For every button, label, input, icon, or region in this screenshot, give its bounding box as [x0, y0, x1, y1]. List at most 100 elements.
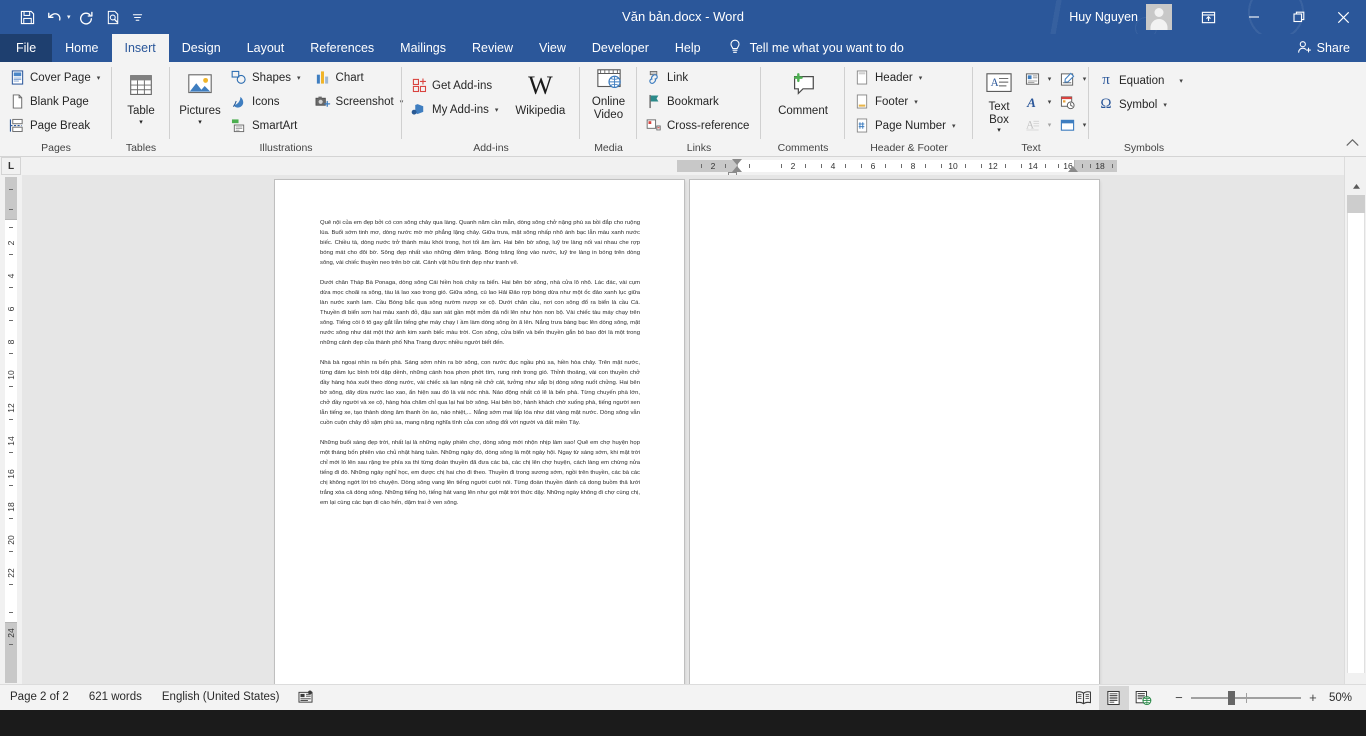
- vertical-scrollbar[interactable]: [1344, 157, 1366, 710]
- chevron-down-icon[interactable]: ▾: [495, 106, 499, 114]
- wordart-button[interactable]: A: [1021, 91, 1043, 113]
- restore-icon[interactable]: [1276, 0, 1321, 34]
- drop-cap-button[interactable]: A: [1021, 114, 1043, 136]
- avatar[interactable]: [1146, 4, 1172, 30]
- account-user-name[interactable]: Huy Nguyen: [1069, 10, 1146, 24]
- document-page-1[interactable]: Quê nội của em đẹp bởi có con sông chảy …: [275, 180, 684, 698]
- get-addins-button[interactable]: Get Add-ins: [408, 74, 503, 97]
- tell-me-box[interactable]: Tell me what you want to do: [714, 34, 904, 62]
- zoom-in-button[interactable]: +: [1307, 690, 1319, 705]
- tab-home[interactable]: Home: [52, 34, 111, 62]
- cover-page-button[interactable]: Cover Page ▾: [6, 66, 105, 89]
- chevron-down-icon[interactable]: ▾: [952, 122, 956, 130]
- tab-design[interactable]: Design: [169, 34, 234, 62]
- quick-parts-dropdown-icon[interactable]: ▾: [1044, 68, 1055, 90]
- cross-reference-icon: [646, 118, 662, 134]
- collapse-ribbon-button[interactable]: [1342, 133, 1362, 151]
- chevron-down-icon[interactable]: ▾: [198, 119, 202, 126]
- zoom-slider[interactable]: [1191, 691, 1301, 705]
- chevron-down-icon[interactable]: ▾: [919, 74, 923, 82]
- blank-page-button[interactable]: Blank Page: [6, 90, 105, 113]
- bookmark-button[interactable]: Bookmark: [643, 90, 754, 113]
- tab-help[interactable]: Help: [662, 34, 714, 62]
- tab-view[interactable]: View: [526, 34, 579, 62]
- pictures-button[interactable]: Pictures ▾: [176, 66, 224, 126]
- wordart-dropdown-icon[interactable]: ▾: [1044, 91, 1055, 113]
- document-canvas[interactable]: Quê nội của em đẹp bởi có con sông chảy …: [22, 175, 1344, 710]
- chevron-down-icon[interactable]: ▾: [139, 119, 143, 126]
- icons-button[interactable]: Icons: [228, 90, 306, 113]
- document-page-2[interactable]: [690, 180, 1099, 698]
- scrollbar-trough[interactable]: [1347, 213, 1365, 673]
- horizontal-ruler[interactable]: 2 2 4 6 8 10 12 14 16 18: [22, 157, 1344, 175]
- document-body-text[interactable]: Quê nội của em đẹp bởi có con sông chảy …: [320, 218, 640, 518]
- print-preview-icon[interactable]: [101, 5, 127, 29]
- scrollbar-thumb[interactable]: [1347, 195, 1365, 213]
- right-indent-marker[interactable]: [1068, 166, 1078, 172]
- read-mode-icon[interactable]: [1069, 686, 1099, 710]
- save-icon[interactable]: [14, 5, 40, 29]
- footer-button[interactable]: Footer ▾: [851, 90, 960, 113]
- page-indicator[interactable]: Page 2 of 2: [0, 685, 79, 710]
- tab-selector-button[interactable]: L: [1, 157, 21, 175]
- chevron-down-icon[interactable]: ▾: [297, 74, 301, 82]
- customize-qat-icon[interactable]: [129, 5, 147, 29]
- tab-review[interactable]: Review: [459, 34, 526, 62]
- zoom-slider-thumb[interactable]: [1228, 691, 1235, 705]
- zoom-level[interactable]: 50%: [1329, 692, 1366, 704]
- symbol-button[interactable]: Ω Symbol ▾: [1095, 93, 1188, 116]
- minimize-icon[interactable]: [1231, 0, 1276, 34]
- text-box-button[interactable]: A Text Box ▾: [979, 66, 1019, 134]
- my-addins-button[interactable]: My Add-ins ▾: [408, 98, 503, 121]
- quick-parts-button[interactable]: [1021, 68, 1043, 90]
- scroll-up-icon[interactable]: [1347, 177, 1365, 195]
- header-icon: [854, 70, 870, 86]
- tab-developer[interactable]: Developer: [579, 34, 662, 62]
- page-break-button[interactable]: Page Break: [6, 114, 105, 137]
- zoom-out-button[interactable]: −: [1173, 690, 1185, 705]
- date-time-button[interactable]: [1056, 91, 1078, 113]
- undo-dropdown-icon[interactable]: ▾: [67, 13, 71, 21]
- first-line-indent-marker[interactable]: [732, 159, 742, 165]
- screenshot-button[interactable]: Screenshot ▾: [312, 90, 409, 113]
- close-icon[interactable]: [1321, 0, 1366, 34]
- chart-button[interactable]: Chart: [312, 66, 409, 89]
- ruler-number: 8: [911, 160, 916, 172]
- header-button[interactable]: Header ▾: [851, 66, 960, 89]
- wikipedia-button[interactable]: W Wikipedia: [509, 66, 571, 118]
- word-count[interactable]: 621 words: [79, 685, 152, 710]
- zoom-controls[interactable]: − +: [1159, 690, 1329, 705]
- chevron-down-icon[interactable]: ▾: [997, 127, 1001, 134]
- vertical-ruler[interactable]: L 2 4 6 8 10 12 14 16 18 20 22 24: [0, 157, 22, 710]
- chevron-down-icon[interactable]: ▾: [97, 74, 101, 82]
- tab-layout[interactable]: Layout: [234, 34, 298, 62]
- cross-reference-button[interactable]: Cross-reference: [643, 114, 754, 137]
- page-number-button[interactable]: Page Number ▾: [851, 114, 960, 137]
- chevron-down-icon[interactable]: ▾: [914, 98, 918, 106]
- share-button[interactable]: Share: [1281, 34, 1366, 62]
- undo-icon[interactable]: [42, 5, 68, 29]
- print-layout-icon[interactable]: [1099, 686, 1129, 710]
- online-video-label: Online Video: [591, 96, 627, 121]
- language-indicator[interactable]: English (United States): [152, 685, 290, 710]
- redo-icon[interactable]: [73, 5, 99, 29]
- object-button[interactable]: [1056, 114, 1078, 136]
- tab-file[interactable]: File: [0, 34, 52, 62]
- drop-cap-dropdown-icon[interactable]: ▾: [1044, 114, 1055, 136]
- tab-references[interactable]: References: [297, 34, 387, 62]
- tab-insert[interactable]: Insert: [112, 34, 169, 62]
- chevron-down-icon[interactable]: ▾: [1179, 77, 1183, 85]
- table-button[interactable]: Table ▾: [117, 66, 165, 126]
- equation-button[interactable]: π Equation ▾: [1095, 69, 1188, 92]
- tab-mailings[interactable]: Mailings: [387, 34, 459, 62]
- smartart-button[interactable]: SmartArt: [228, 114, 306, 137]
- ribbon-display-icon[interactable]: [1186, 0, 1231, 34]
- comment-button[interactable]: Comment: [772, 66, 834, 118]
- online-video-button[interactable]: Online Video: [585, 66, 633, 121]
- link-button[interactable]: Link: [643, 66, 754, 89]
- signature-line-button[interactable]: [1056, 68, 1078, 90]
- web-layout-icon[interactable]: [1129, 686, 1159, 710]
- chevron-down-icon[interactable]: ▾: [1163, 101, 1167, 109]
- shapes-button[interactable]: Shapes ▾: [228, 66, 306, 89]
- proofing-errors-icon[interactable]: [290, 685, 321, 710]
